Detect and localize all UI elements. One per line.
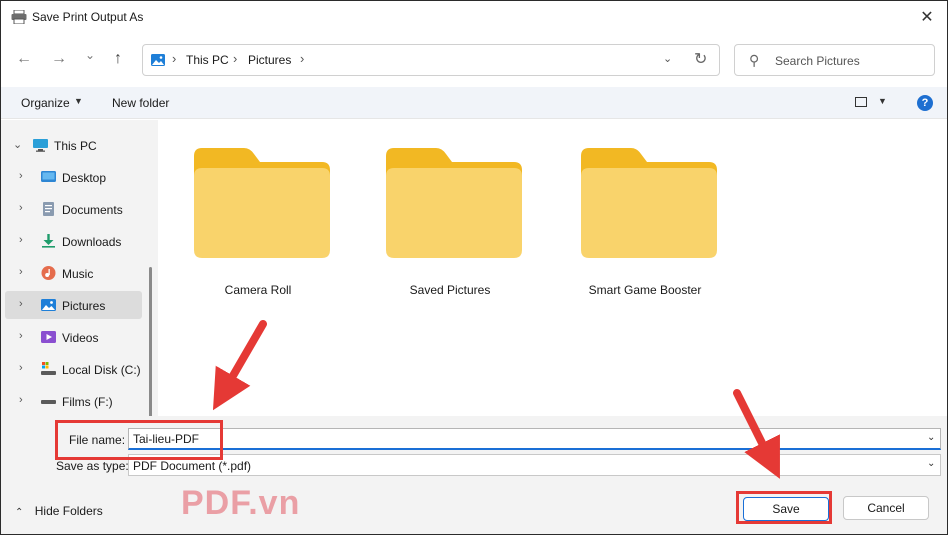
arrow-up-icon: ↑ [114,50,122,67]
folder-icon [194,148,330,258]
arrow-left-icon: ← [16,50,32,67]
address-bar[interactable]: › This PC › Pictures › ⌄ ↻ [142,44,720,76]
breadcrumb-this-pc[interactable]: This PC [186,53,229,67]
sidebar-item-label: Films (F:) [62,395,113,409]
local-disk-icon [41,362,56,375]
chevron-down-icon[interactable]: ⌄ [927,458,935,469]
save-button-highlight [736,491,832,524]
search-input[interactable]: Search Pictures [775,54,860,68]
sidebar-item-label: Local Disk (C:) [62,363,141,377]
up-button[interactable]: ↑ [108,49,128,69]
command-bar: Organize ▼ New folder ▼ ? [1,87,947,119]
drive-icon [41,400,56,404]
sidebar-item-pictures[interactable]: › Pictures [5,291,142,319]
window-title: Save Print Output As [32,10,144,24]
chevron-right-icon[interactable]: › [19,170,23,182]
folder-icon [581,148,717,258]
sidebar-item-downloads[interactable]: › Downloads [5,227,142,255]
save-as-type-label: Save as type: [56,459,129,473]
help-icon[interactable]: ? [917,95,933,111]
printer-icon [11,10,27,24]
sidebar-item-local-disk[interactable]: › Local Disk (C:) [5,355,142,383]
folder-name: Saved Pictures [409,283,491,297]
sidebar-item-label: This PC [54,139,97,153]
chevron-up-icon: ⌃ [15,507,24,518]
watermark-logo: PDF.vn [181,484,301,522]
sidebar-item-label: Desktop [62,171,107,185]
sidebar-item-this-pc[interactable]: ⌄ This PC [5,131,142,159]
recent-locations-button[interactable]: ⌄ [80,45,100,65]
navigation-pane: ⌄ This PC › Desktop › Documents › Downlo… [1,120,158,492]
address-dropdown-icon[interactable]: ⌄ [663,52,672,65]
arrow-right-icon: → [51,50,67,67]
videos-icon [41,331,56,343]
monitor-icon [33,139,48,152]
chevron-right-icon[interactable]: › [19,298,23,310]
caret-down-icon[interactable]: ▼ [878,96,887,106]
chevron-right-icon[interactable]: › [19,266,23,278]
folder-item[interactable]: Camera Roll [188,146,330,306]
hide-folders-label: Hide Folders [34,504,103,518]
music-icon [41,266,56,280]
save-dialog: Save Print Output As ✕ ← → ⌄ ↑ › This PC… [0,0,948,535]
chevron-right-icon[interactable]: › [19,330,23,342]
organize-button[interactable]: Organize [21,96,70,110]
sidebar-item-label: Downloads [62,235,122,249]
caret-down-icon[interactable]: ▼ [74,96,83,106]
sidebar-item-films[interactable]: › Films (F:) [5,387,142,415]
chevron-right-icon[interactable]: › [19,394,23,406]
pictures-icon [41,299,56,311]
breadcrumb-pictures[interactable]: Pictures [248,53,291,67]
sidebar-item-label: Documents [62,203,123,217]
breadcrumb-separator: › [172,51,177,66]
folder-item[interactable]: Smart Game Booster [575,146,717,306]
sidebar-item-label: Videos [62,331,99,345]
chevron-right-icon[interactable]: › [19,202,23,214]
sidebar-item-desktop[interactable]: › Desktop [5,163,142,191]
close-button[interactable]: ✕ [907,1,947,33]
file-name-field[interactable] [128,428,941,450]
documents-icon [43,202,54,216]
breadcrumb-separator: › [233,51,238,66]
back-button[interactable]: ← [14,49,34,69]
breadcrumb-separator: › [300,51,305,66]
search-icon: ⚲ [749,52,760,68]
file-list: Camera Roll Saved Pictures Smart Game Bo… [158,120,947,416]
hide-folders-button[interactable]: ⌃ Hide Folders [15,504,103,518]
desktop-icon [41,171,56,182]
download-icon [42,234,55,248]
folder-icon [386,148,522,258]
cancel-button[interactable]: Cancel [843,496,929,520]
navigation-bar: ← → ⌄ ↑ › This PC › Pictures › ⌄ ↻ ⚲ Sea… [1,39,947,79]
chevron-down-icon[interactable]: ⌄ [13,138,22,151]
refresh-icon[interactable]: ↻ [694,49,707,69]
close-icon: ✕ [920,9,934,26]
search-box[interactable]: ⚲ Search Pictures [734,44,935,76]
chevron-down-icon[interactable]: ⌄ [927,432,935,443]
chevron-right-icon[interactable]: › [19,362,23,374]
new-folder-button[interactable]: New folder [112,96,169,110]
sidebar-item-videos[interactable]: › Videos [5,323,142,351]
pictures-icon [151,54,165,66]
folder-item[interactable]: Saved Pictures [380,146,522,306]
folder-name: Camera Roll [224,283,292,297]
save-as-type-select[interactable]: PDF Document (*.pdf) [128,454,941,476]
title-bar: Save Print Output As ✕ [1,1,947,33]
view-mode-icon[interactable] [855,97,867,107]
chevron-down-icon: ⌄ [84,48,96,62]
sidebar-item-music[interactable]: › Music [5,259,142,287]
sidebar-item-documents[interactable]: › Documents [5,195,142,223]
sidebar-item-label: Music [62,267,94,281]
folder-name: Smart Game Booster [588,283,702,297]
forward-button[interactable]: → [49,49,69,69]
sidebar-item-label: Pictures [62,299,106,313]
chevron-right-icon[interactable]: › [19,234,23,246]
file-name-highlight [55,420,223,460]
